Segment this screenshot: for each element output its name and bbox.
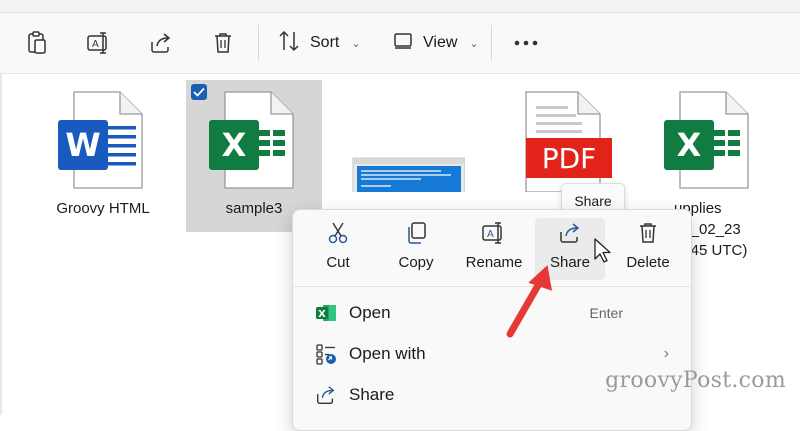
file-item-screenshot[interactable] <box>340 88 470 203</box>
file-item-groovy-html[interactable]: W Groovy HTML <box>38 88 168 219</box>
trash-icon[interactable] <box>208 28 238 58</box>
view-button[interactable]: View ⌄ <box>393 25 479 61</box>
rename-icon[interactable]: A <box>84 28 114 58</box>
menu-separator <box>293 286 691 287</box>
trash-icon <box>638 218 658 248</box>
sort-label: Sort <box>310 34 340 51</box>
svg-text:A: A <box>487 229 494 240</box>
open-with-icon <box>315 343 337 365</box>
delete-label: Delete <box>626 254 670 271</box>
excel-icon: X <box>634 88 784 192</box>
mouse-cursor-icon <box>594 238 612 269</box>
word-icon: W <box>38 88 168 192</box>
file-item-sample3[interactable]: X sample3 <box>189 88 319 219</box>
scissors-icon <box>327 218 349 248</box>
chevron-right-icon: › <box>663 345 669 362</box>
context-menu-action-bar: Cut Copy A Rename Share Delete <box>293 210 691 286</box>
cut-button[interactable]: Cut <box>307 218 369 280</box>
svg-text:X: X <box>677 126 702 164</box>
share-icon <box>315 384 337 406</box>
shortcut-text: Enter <box>589 305 623 321</box>
excel-icon: X <box>315 302 337 324</box>
pdf-icon: PDF <box>494 88 624 193</box>
excel-icon: X <box>189 88 319 192</box>
share-icon <box>558 218 582 248</box>
toolbar-separator <box>491 25 492 61</box>
view-icon <box>393 32 415 55</box>
context-menu: Cut Copy A Rename Share Delete X Open En… <box>292 209 692 431</box>
watermark: groovyPost.com <box>605 368 786 393</box>
copy-label: Copy <box>398 254 434 271</box>
sort-icon <box>278 30 302 57</box>
sort-button[interactable]: Sort ⌄ <box>278 25 361 61</box>
svg-text:W: W <box>65 126 100 164</box>
image-thumbnail <box>340 88 470 203</box>
pdf-badge: PDF <box>542 142 597 175</box>
file-item-pdf[interactable]: PDF <box>494 88 624 193</box>
annotation-arrow-icon <box>500 262 560 347</box>
toolbar-separator <box>258 25 259 61</box>
chevron-down-icon: ⌄ <box>351 37 361 50</box>
menu-item-label: Open <box>349 303 391 322</box>
copy-button[interactable]: Copy <box>385 218 447 280</box>
copy-icon <box>405 218 427 248</box>
pane-border <box>0 74 2 415</box>
svg-text:X: X <box>318 309 326 320</box>
window-top-strip <box>0 0 800 13</box>
rename-icon: A <box>481 218 507 248</box>
paste-icon[interactable] <box>22 28 52 58</box>
command-bar: A Sort ⌄ View ⌄ <box>0 13 800 74</box>
menu-item-label: Open with <box>349 344 426 363</box>
view-label: View <box>423 34 458 51</box>
cut-label: Cut <box>326 254 350 271</box>
delete-button[interactable]: Delete <box>615 218 681 280</box>
more-options-icon[interactable] <box>511 28 541 58</box>
menu-item-label: Share <box>349 385 395 404</box>
svg-text:X: X <box>222 126 247 164</box>
share-icon[interactable] <box>146 28 176 58</box>
svg-text:A: A <box>92 39 99 50</box>
menu-item-open[interactable]: X Open Enter <box>293 293 691 333</box>
file-name: Groovy HTML <box>56 200 150 217</box>
chevron-down-icon: ⌄ <box>469 37 479 50</box>
